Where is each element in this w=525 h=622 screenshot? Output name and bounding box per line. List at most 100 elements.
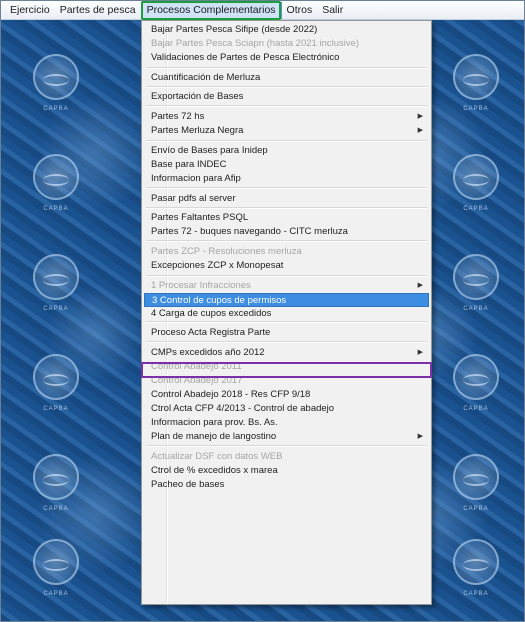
menu-item-label: Informacion para prov. Bs. As.	[151, 417, 278, 428]
menu-separator	[146, 140, 427, 142]
menu-item-18[interactable]: Proceso Acta Registra Parte	[144, 326, 429, 340]
menu-item-2[interactable]: Validaciones de Partes de Pesca Electrón…	[144, 51, 429, 65]
tile-label: CAPBA	[463, 506, 489, 512]
background-logo-tile: CAPBA	[11, 440, 101, 532]
menu-item-label: Ctrol de % excedidos x marea	[151, 465, 278, 476]
menu-item-26[interactable]: Actualizar DSF con datos WEB	[144, 450, 429, 464]
menu-item-label: Excepciones ZCP x Monopesat	[151, 260, 284, 271]
menu-item-label: 1 Procesar Infracciones	[151, 280, 251, 291]
crest-icon	[33, 354, 79, 400]
tile-label: CAPBA	[463, 206, 489, 212]
menu-item-3[interactable]: Cuantificación de Merluza	[144, 71, 429, 85]
menu-item-label: Base para INDEC	[151, 159, 227, 170]
menu-separator	[146, 240, 427, 242]
background-logo-tile: CAPBA	[11, 140, 101, 232]
tile-label: CAPBA	[463, 591, 489, 597]
tile-label: CAPBA	[43, 106, 69, 112]
menu-salir[interactable]: Salir	[317, 2, 348, 19]
submenu-arrow-icon: ▶	[417, 113, 423, 120]
crest-icon	[33, 254, 79, 300]
menu-item-label: Cuantificación de Merluza	[151, 72, 261, 83]
menu-item-label: Control Abadejo 2011	[151, 361, 242, 372]
menu-item-15[interactable]: 1 Procesar Infracciones ▶	[144, 279, 429, 293]
menu-procesos-complementarios[interactable]: Procesos Complementarios	[140, 1, 282, 19]
crest-icon	[33, 154, 79, 200]
menu-item-label: Exportación de Bases	[151, 91, 244, 102]
menu-separator	[146, 86, 427, 88]
menu-item-11[interactable]: Partes Faltantes PSQL	[144, 211, 429, 225]
menu-item-label: Bajar Partes Pesca Sifipe (desde 2022)	[151, 24, 318, 35]
menu-separator	[146, 321, 427, 323]
menu-item-5[interactable]: Partes 72 hs ▶	[144, 110, 429, 124]
menu-item-24[interactable]: Informacion para prov. Bs. As.	[144, 416, 429, 430]
menu-separator	[146, 207, 427, 209]
menu-otros[interactable]: Otros	[282, 2, 318, 19]
menu-item-label: Proceso Acta Registra Parte	[151, 327, 271, 338]
menu-item-4[interactable]: Exportación de Bases	[144, 90, 429, 104]
background-logo-tile: CAPBA	[431, 240, 521, 332]
menu-item-label: Partes 72 hs	[151, 111, 205, 122]
tile-label: CAPBA	[43, 591, 69, 597]
menu-partes-de-pesca[interactable]: Partes de pesca	[55, 2, 141, 19]
menu-separator	[146, 67, 427, 69]
menu-item-label: Plan de manejo de langostino	[151, 431, 277, 442]
tile-label: CAPBA	[43, 206, 69, 212]
menu-item-7[interactable]: Envío de Bases para Inidep	[144, 144, 429, 158]
menu-item-8[interactable]: Base para INDEC	[144, 158, 429, 172]
menu-item-12[interactable]: Partes 72 - buques navegando - CITC merl…	[144, 225, 429, 239]
menu-item-17[interactable]: 4 Carga de cupos excedidos	[144, 307, 429, 321]
menu-item-label: Actualizar DSF con datos WEB	[151, 451, 283, 462]
crest-icon	[453, 154, 499, 200]
tile-label: CAPBA	[43, 506, 69, 512]
menu-item-label: Partes Faltantes PSQL	[151, 212, 249, 223]
menu-item-label: Control Abadejo 2017	[151, 375, 243, 386]
crest-icon	[453, 254, 499, 300]
menu-item-label: 4 Carga de cupos excedidos	[151, 308, 272, 319]
background-logo-tile: CAPBA	[11, 340, 101, 432]
menu-item-21[interactable]: Control Abadejo 2017	[144, 374, 429, 388]
procesos-complementarios-dropdown: Bajar Partes Pesca Sifipe (desde 2022) Ba…	[141, 20, 432, 605]
crest-icon	[453, 454, 499, 500]
menu-separator	[146, 275, 427, 277]
menu-item-25[interactable]: Plan de manejo de langostino ▶	[144, 430, 429, 444]
crest-icon	[453, 354, 499, 400]
menu-item-label: Bajar Partes Pesca Sciapn (hasta 2021 in…	[151, 38, 360, 49]
submenu-arrow-icon: ▶	[417, 282, 423, 289]
tile-label: CAPBA	[43, 306, 69, 312]
tile-label: CAPBA	[43, 406, 69, 412]
crest-icon	[33, 539, 79, 585]
menu-item-14[interactable]: Excepciones ZCP x Monopesat	[144, 259, 429, 273]
submenu-arrow-icon: ▶	[417, 433, 423, 440]
background-logo-tile: CAPBA	[431, 340, 521, 432]
menu-item-label: CMPs excedidos año 2012	[151, 347, 265, 358]
menu-item-label: Envío de Bases para Inidep	[151, 145, 268, 156]
menu-item-label: 3 Control de cupos de permisos	[152, 295, 287, 306]
crest-icon	[453, 54, 499, 100]
menu-item-13[interactable]: Partes ZCP - Resoluciones merluza	[144, 245, 429, 259]
menu-item-0[interactable]: Bajar Partes Pesca Sifipe (desde 2022)	[144, 23, 429, 37]
background-logo-tile: CAPBA	[431, 40, 521, 132]
menu-item-22[interactable]: Control Abadejo 2018 - Res CFP 9/18	[144, 388, 429, 402]
menu-item-28[interactable]: Pacheo de bases	[144, 478, 429, 492]
menu-item-10[interactable]: Pasar pdfs al server	[144, 192, 429, 206]
menu-separator	[146, 105, 427, 107]
tile-label: CAPBA	[463, 406, 489, 412]
menu-separator	[146, 445, 427, 447]
menu-item-label: Pacheo de bases	[151, 479, 225, 490]
menu-item-27[interactable]: Ctrol de % excedidos x marea	[144, 464, 429, 478]
menu-ejercicio[interactable]: Ejercicio	[5, 2, 55, 19]
background-logo-tile: CAPBA	[11, 525, 101, 617]
tile-label: CAPBA	[463, 106, 489, 112]
menu-item-23[interactable]: Ctrol Acta CFP 4/2013 - Control de abade…	[144, 402, 429, 416]
menu-item-9[interactable]: Informacion para Afip	[144, 172, 429, 186]
menu-item-label: Ctrol Acta CFP 4/2013 - Control de abade…	[151, 403, 335, 414]
tile-label: CAPBA	[463, 306, 489, 312]
menu-item-16[interactable]: 3 Control de cupos de permisos	[144, 293, 429, 307]
crest-icon	[33, 454, 79, 500]
menu-item-19[interactable]: CMPs excedidos año 2012 ▶	[144, 346, 429, 360]
menu-item-label: Partes Merluza Negra	[151, 125, 244, 136]
menu-item-1[interactable]: Bajar Partes Pesca Sciapn (hasta 2021 in…	[144, 37, 429, 51]
menu-separator	[146, 341, 427, 343]
menu-item-6[interactable]: Partes Merluza Negra ▶	[144, 124, 429, 138]
menu-item-20[interactable]: Control Abadejo 2011	[144, 360, 429, 374]
